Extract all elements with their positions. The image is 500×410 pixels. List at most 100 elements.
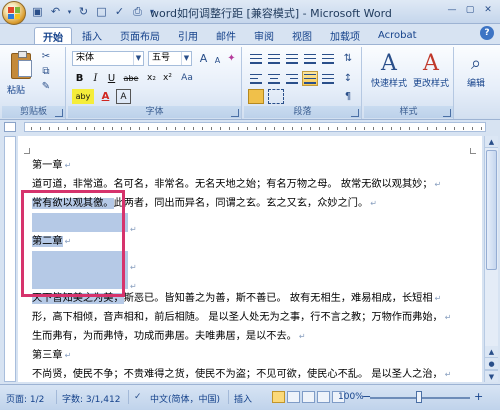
title-bar: ▣ ↶ ▾ ↻ □ ✓ ⎙ ▾ word如何调整行距 [兼容模式] - Micr…: [0, 0, 500, 25]
font-launcher-icon[interactable]: [231, 109, 239, 117]
copy-icon[interactable]: ⧉: [40, 66, 52, 78]
new-document-icon[interactable]: □: [94, 4, 109, 19]
web-layout-icon[interactable]: [302, 391, 315, 403]
vertical-ruler[interactable]: [4, 136, 16, 382]
scroll-down-icon[interactable]: ▼: [485, 370, 498, 382]
align-center-icon[interactable]: [266, 71, 282, 86]
font-color-button[interactable]: A: [98, 89, 113, 104]
cut-icon[interactable]: ✂: [40, 51, 52, 63]
justify-icon[interactable]: [302, 71, 318, 86]
save-icon[interactable]: ▣: [30, 4, 45, 19]
close-icon[interactable]: ✕: [480, 3, 496, 17]
word-count[interactable]: 字数: 3/1,412: [62, 392, 120, 405]
print-layout-icon[interactable]: [272, 391, 285, 403]
paragraph-mark-icon: ↵: [444, 313, 452, 322]
clipboard-launcher-icon[interactable]: [55, 109, 63, 117]
font-name-combo[interactable]: 宋体 ▼: [72, 51, 144, 66]
line-text: 形，高下相倾，音声相和，前后相随。 是以圣人处无为之事，行不言之教；万物作而弗始…: [32, 312, 443, 323]
browse-object-icon[interactable]: ●: [485, 358, 498, 370]
bullets-icon[interactable]: [248, 51, 264, 66]
styles-launcher-icon[interactable]: [443, 109, 451, 117]
highlight-button[interactable]: aby: [72, 89, 94, 104]
change-case-button[interactable]: Aa: [178, 71, 196, 86]
language-status[interactable]: 中文(简体，中国): [150, 392, 220, 405]
grow-font-icon[interactable]: A: [196, 51, 211, 66]
ruler-tick: [373, 127, 374, 130]
vertical-scrollbar[interactable]: ▲ ▲ ● ▼: [484, 136, 498, 382]
ruler-tick: [481, 127, 482, 130]
paragraph-launcher-icon[interactable]: [351, 109, 359, 117]
sort-icon[interactable]: ⇅: [340, 51, 356, 66]
document-line[interactable]: 不尚贤，使民不争；不贵难得之货，使民不为盗；不见可欲，使民心不乱。 是以圣人之治…: [32, 365, 472, 382]
margin-mark: [470, 148, 476, 154]
zoom-level[interactable]: 100%: [338, 392, 364, 402]
help-icon[interactable]: ?: [480, 26, 494, 40]
quick-styles-button[interactable]: A 快速样式: [368, 49, 410, 103]
tab-mailings[interactable]: 邮件: [208, 27, 244, 44]
underline-button[interactable]: U: [104, 71, 119, 86]
change-styles-button[interactable]: A 更改样式: [410, 49, 452, 103]
print-icon[interactable]: ⎙: [130, 4, 145, 19]
ruler-tick: [319, 127, 320, 130]
decrease-indent-icon[interactable]: [302, 51, 318, 66]
paragraph-mark-icon: ↵: [130, 263, 137, 270]
subscript-button[interactable]: x₂: [144, 71, 159, 86]
full-screen-reading-icon[interactable]: [287, 391, 300, 403]
document-line[interactable]: 生而弗有，为而弗恃，功成而弗居。夫唯弗居，是以不去。 ↵: [32, 327, 472, 346]
format-painter-icon[interactable]: ✎: [40, 81, 52, 93]
scroll-up-icon[interactable]: ▲: [485, 136, 498, 148]
spelling-icon[interactable]: ✓: [134, 392, 142, 402]
tab-selector[interactable]: [4, 122, 16, 132]
tab-home[interactable]: 开始: [34, 27, 72, 44]
redo-icon[interactable]: ↻: [76, 4, 91, 19]
clear-format-icon[interactable]: ✦: [224, 51, 239, 66]
borders-icon[interactable]: [268, 89, 284, 104]
check-icon[interactable]: ✓: [112, 4, 127, 19]
document-line[interactable]: 第一章 ↵: [32, 156, 472, 175]
page-count[interactable]: 页面: 1/2: [6, 392, 44, 405]
align-left-icon[interactable]: [248, 71, 264, 86]
maximize-icon[interactable]: ▢: [462, 3, 478, 17]
shrink-font-icon[interactable]: A: [210, 53, 225, 68]
styles-group: A 快速样式 A 更改样式 样式: [364, 47, 454, 119]
insert-mode[interactable]: 插入: [234, 392, 252, 405]
ruler-tick: [202, 127, 203, 130]
italic-button[interactable]: I: [88, 71, 103, 86]
minimize-icon[interactable]: —: [444, 3, 460, 17]
line-spacing-icon[interactable]: ↕: [340, 71, 356, 86]
scroll-thumb[interactable]: [486, 150, 497, 270]
show-marks-icon[interactable]: ¶: [340, 89, 356, 104]
multilevel-list-icon[interactable]: [284, 51, 300, 66]
character-border-button[interactable]: A: [116, 89, 131, 104]
paste-button[interactable]: [8, 51, 34, 81]
editing-button[interactable]: ⌕ 编辑: [458, 49, 494, 103]
strikethrough-button[interactable]: abe: [120, 71, 142, 86]
previous-page-icon[interactable]: ▲: [485, 346, 498, 358]
undo-dropdown-icon[interactable]: ▾: [66, 4, 73, 19]
tab-addins[interactable]: 加载项: [322, 27, 368, 44]
ruler-tick: [85, 127, 86, 130]
superscript-button[interactable]: x²: [160, 71, 175, 86]
office-button[interactable]: [2, 1, 26, 25]
undo-icon[interactable]: ↶: [48, 4, 63, 19]
outline-icon[interactable]: [317, 391, 330, 403]
tab-page-layout[interactable]: 页面布局: [112, 27, 168, 44]
tab-insert[interactable]: 插入: [74, 27, 110, 44]
align-right-icon[interactable]: [284, 71, 300, 86]
font-size-combo[interactable]: 五号 ▼: [148, 51, 192, 66]
shading-icon[interactable]: [248, 89, 264, 104]
increase-indent-icon[interactable]: [320, 51, 336, 66]
document-line[interactable]: 第三章 ↵: [32, 346, 472, 365]
tab-view[interactable]: 视图: [284, 27, 320, 44]
paragraph-group: ⇅ ↕ ¶ 段落: [244, 47, 362, 119]
zoom-in-icon[interactable]: +: [474, 390, 483, 403]
document-line[interactable]: 形，高下相倾，音声相和，前后相随。 是以圣人处无为之事，行不言之教；万物作而弗始…: [32, 308, 472, 327]
tab-review[interactable]: 审阅: [246, 27, 282, 44]
bold-button[interactable]: B: [72, 71, 87, 86]
horizontal-ruler[interactable]: [24, 122, 486, 132]
tab-acrobat[interactable]: Acrobat: [370, 27, 425, 44]
distributed-icon[interactable]: [320, 71, 336, 86]
numbering-icon[interactable]: [266, 51, 282, 66]
zoom-slider-knob[interactable]: [416, 391, 422, 403]
tab-references[interactable]: 引用: [170, 27, 206, 44]
